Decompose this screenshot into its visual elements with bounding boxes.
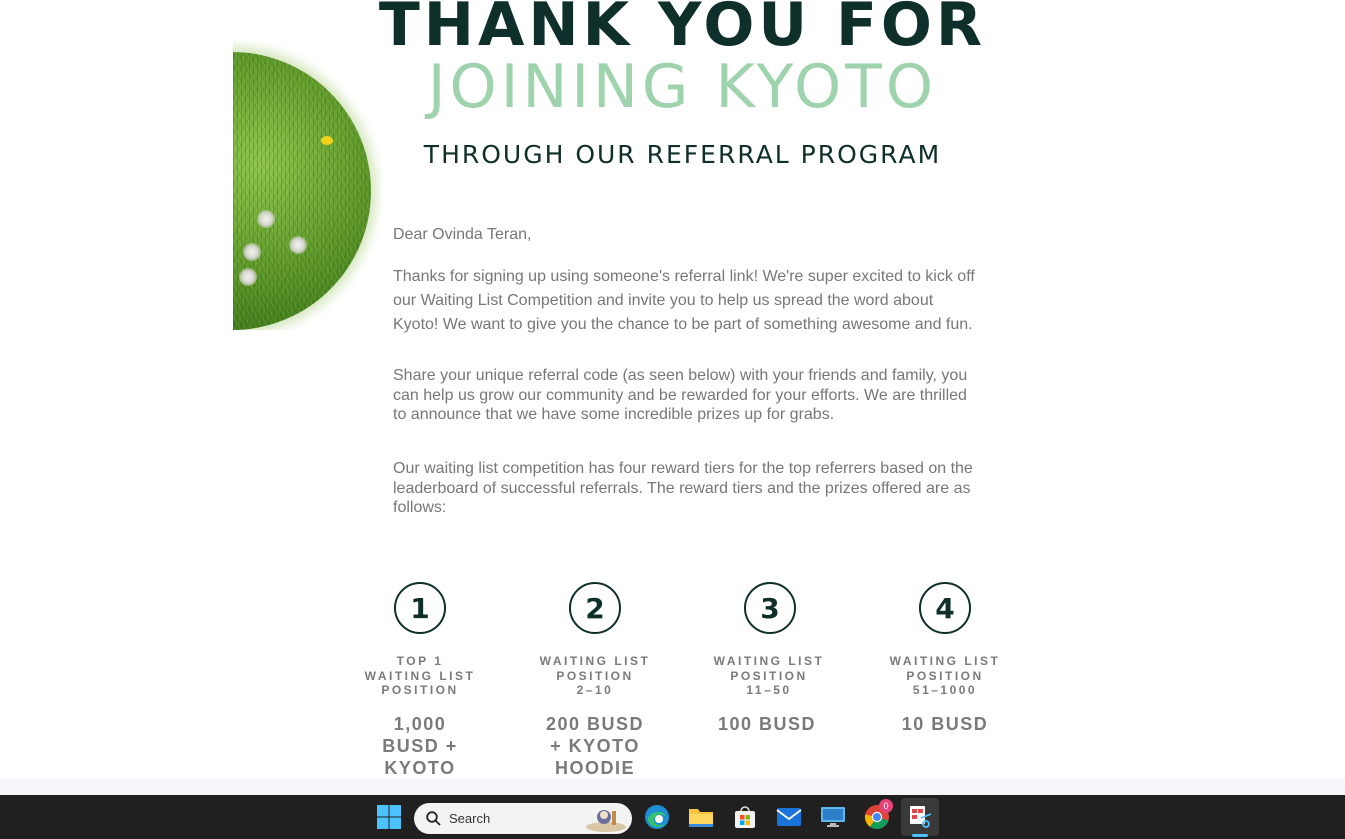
paragraph-reward-tiers: Our waiting list competition has four re… — [393, 460, 973, 516]
page-bottom-strip — [0, 778, 1345, 795]
chrome-notification-badge: 0 — [879, 799, 893, 813]
search-highlight-icon — [586, 810, 626, 832]
heading-thank-you: THANK YOU FOR — [378, 0, 987, 60]
tier-label: TOP 1 WAITING LIST POSITION — [364, 654, 476, 698]
windows-start-icon[interactable] — [375, 803, 403, 831]
tier-prize: 100 BUSD — [717, 713, 817, 734]
tier-number-badge: 3 — [744, 582, 796, 634]
store-icon[interactable] — [731, 803, 759, 831]
tier-number-badge: 4 — [919, 582, 971, 634]
paragraph-share-code: Share your unique referral code (as seen… — [393, 367, 968, 423]
email-content: THANK YOU FOR JOINING KYOTO THROUGH OUR … — [0, 0, 1345, 778]
reward-tier-4: 4 WAITING LIST POSITION 51–1000 10 BUSD — [870, 582, 1020, 735]
file-explorer-icon[interactable] — [687, 803, 715, 831]
reward-tier-3: 3 WAITING LIST POSITION 11–50 100 BUSD — [692, 582, 842, 735]
tier-label: WAITING LIST POSITION 2–10 — [539, 654, 651, 698]
reward-tier-1: 1 TOP 1 WAITING LIST POSITION 1,000 BUSD… — [345, 582, 495, 778]
search-label: Search — [449, 811, 491, 826]
reward-tier-2: 2 WAITING LIST POSITION 2–10 200 BUSD + … — [520, 582, 670, 778]
taskbar: Search 0 — [0, 795, 1345, 839]
active-app-indicator — [912, 834, 928, 837]
tier-prize: 200 BUSD + KYOTO HOODIE — [545, 713, 645, 778]
snipping-tool-icon[interactable] — [906, 803, 934, 831]
heading-referral-program: THROUGH OUR REFERRAL PROGRAM — [423, 140, 942, 169]
tier-label: WAITING LIST POSITION 51–1000 — [889, 654, 1001, 698]
edge-icon[interactable] — [643, 803, 671, 831]
tier-prize: 10 BUSD — [901, 713, 989, 734]
mail-icon[interactable] — [775, 803, 803, 831]
paragraph-intro: Thanks for signing up using someone's re… — [393, 268, 975, 333]
taskbar-search-box[interactable]: Search — [414, 803, 632, 834]
remote-desktop-icon[interactable] — [819, 803, 847, 831]
greeting-text: Dear Ovinda Teran, — [393, 226, 532, 243]
tier-number-badge: 2 — [569, 582, 621, 634]
tier-number-badge: 1 — [394, 582, 446, 634]
heading-joining-kyoto: JOINING KYOTO — [427, 52, 938, 122]
chrome-icon[interactable]: 0 — [863, 799, 893, 831]
tier-label: WAITING LIST POSITION 11–50 — [713, 654, 825, 698]
tier-prize: 1,000 BUSD + KYOTO — [382, 713, 458, 778]
search-icon — [426, 811, 441, 826]
